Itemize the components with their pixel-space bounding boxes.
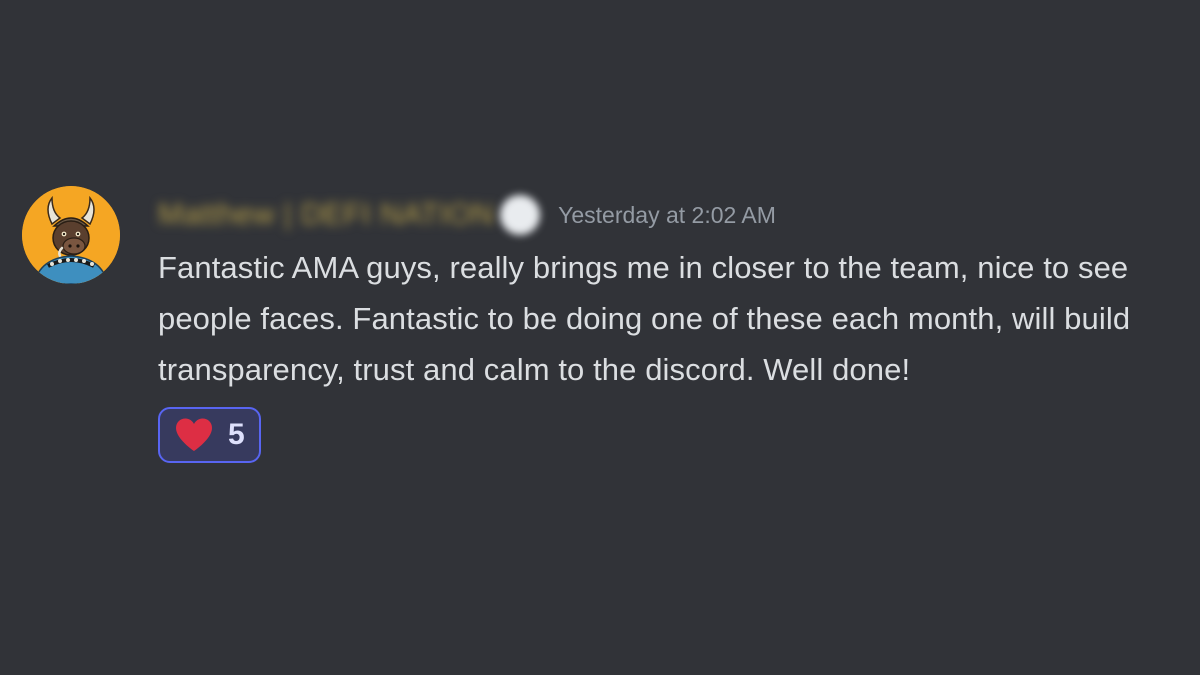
reaction-heart[interactable]: 5 bbox=[158, 407, 261, 463]
message-header: Matthew | DEFI NATION Yesterday at 2:02 … bbox=[158, 188, 1182, 242]
message-timestamp[interactable]: Yesterday at 2:02 AM bbox=[558, 202, 776, 229]
author-name[interactable]: Matthew | DEFI NATION bbox=[158, 198, 494, 232]
user-avatar[interactable] bbox=[22, 186, 120, 284]
viking-bull-avatar-icon bbox=[22, 186, 120, 284]
heart-badge-icon bbox=[500, 195, 541, 235]
message-content: Matthew | DEFI NATION Yesterday at 2:02 … bbox=[158, 186, 1182, 463]
reaction-count: 5 bbox=[228, 418, 245, 451]
chat-message: Matthew | DEFI NATION Yesterday at 2:02 … bbox=[22, 186, 1182, 463]
reactions-bar: 5 bbox=[158, 407, 1182, 463]
heart-icon bbox=[176, 418, 212, 451]
message-text: Fantastic AMA guys, really brings me in … bbox=[158, 250, 1131, 387]
